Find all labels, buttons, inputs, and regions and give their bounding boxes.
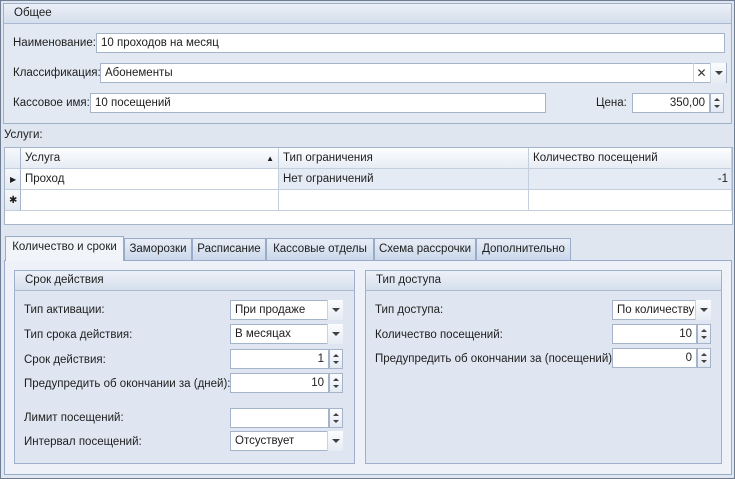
warn-days-label: Предупредить об окончании за (дней): [24, 378, 231, 390]
clear-icon[interactable]: ✕ [693, 63, 709, 83]
new-row-asterisk-icon[interactable]: ✱ [5, 190, 21, 211]
table-row-service[interactable]: Проход [21, 169, 279, 190]
visit-limit-label: Лимит посещений: [24, 412, 124, 424]
visit-interval-label: Интервал посещений: [24, 436, 142, 448]
warn-visits-label: Предупредить об окончании за (посещений)… [375, 353, 616, 365]
activation-type-dropdown-button[interactable] [327, 300, 343, 320]
column-header-service-label: Услуга [25, 152, 61, 164]
tab-additional[interactable]: Дополнительно [476, 238, 571, 260]
row-indicator-icon[interactable]: ▶ [5, 169, 21, 190]
price-spinner[interactable] [710, 93, 724, 113]
name-label: Наименование: [13, 37, 96, 49]
validity-panel-title: Срок действия [25, 274, 104, 286]
term-field[interactable]: 1 [230, 349, 329, 369]
warn-visits-spinner[interactable] [697, 348, 711, 368]
general-group-title: Общее [14, 7, 52, 19]
tab-freezes[interactable]: Заморозки [124, 238, 192, 260]
warn-days-spinner[interactable] [329, 373, 343, 393]
name-field[interactable]: 10 проходов на месяц [96, 33, 725, 53]
tab-schedule[interactable]: Расписание [192, 238, 266, 260]
access-type-value: По количеству [617, 304, 695, 316]
visit-interval-dropdown-button[interactable] [327, 431, 343, 451]
new-row-visits[interactable] [529, 190, 732, 211]
cash-name-label: Кассовое имя: [13, 97, 90, 109]
new-row-service[interactable] [21, 190, 279, 211]
term-type-label: Тип срока действия: [24, 329, 133, 341]
visit-interval-value: Отсуствует [235, 435, 295, 447]
services-label: Услуги: [4, 129, 43, 141]
warn-visits-field[interactable]: 0 [612, 348, 697, 368]
cash-name-field[interactable]: 10 посещений [90, 93, 546, 113]
visit-count-field[interactable]: 10 [612, 324, 697, 344]
column-header-visits[interactable]: Количество посещений [529, 148, 732, 169]
price-field[interactable]: 350,00 [632, 93, 710, 113]
classification-dropdown-button[interactable] [710, 63, 726, 83]
activation-type-value: При продаже [235, 304, 306, 316]
classification-label: Классификация: [13, 67, 101, 79]
access-type-label: Тип доступа: [375, 304, 444, 316]
grid-corner [5, 148, 21, 169]
column-header-service[interactable]: Услуга ▲ [21, 148, 279, 169]
services-grid: Услуга ▲ Тип ограничения Количество посе… [4, 147, 733, 225]
sort-ascending-icon: ▲ [266, 154, 274, 163]
access-panel-header: Тип доступа [366, 271, 721, 291]
visit-count-label: Количество посещений: [375, 329, 503, 341]
visit-count-spinner[interactable] [697, 324, 711, 344]
column-header-restriction[interactable]: Тип ограничения [279, 148, 529, 169]
warn-days-field[interactable]: 10 [230, 373, 329, 393]
tab-installment-scheme[interactable]: Схема рассрочки [374, 238, 476, 260]
visit-limit-spinner[interactable] [329, 408, 343, 428]
classification-combo[interactable]: Абонементы [100, 63, 727, 83]
table-row-restriction[interactable]: Нет ограничений [279, 169, 529, 190]
activation-type-label: Тип активации: [24, 304, 105, 316]
access-type-dropdown-button[interactable] [695, 300, 711, 320]
new-row-restriction[interactable] [279, 190, 529, 211]
validity-panel-header: Срок действия [15, 271, 354, 291]
term-spinner[interactable] [329, 349, 343, 369]
price-label: Цена: [596, 97, 627, 109]
visit-limit-field[interactable] [230, 408, 329, 428]
access-panel-title: Тип доступа [376, 274, 441, 286]
term-label: Срок действия: [24, 354, 106, 366]
classification-value: Абонементы [105, 67, 173, 79]
general-group-header: Общее [4, 4, 731, 24]
term-type-value: В месяцах [235, 328, 291, 340]
term-type-dropdown-button[interactable] [327, 324, 343, 344]
table-row-visits[interactable]: -1 [529, 169, 732, 190]
tab-cash-departments[interactable]: Кассовые отделы [266, 238, 374, 260]
tab-quantity-terms[interactable]: Количество и сроки [5, 236, 124, 261]
